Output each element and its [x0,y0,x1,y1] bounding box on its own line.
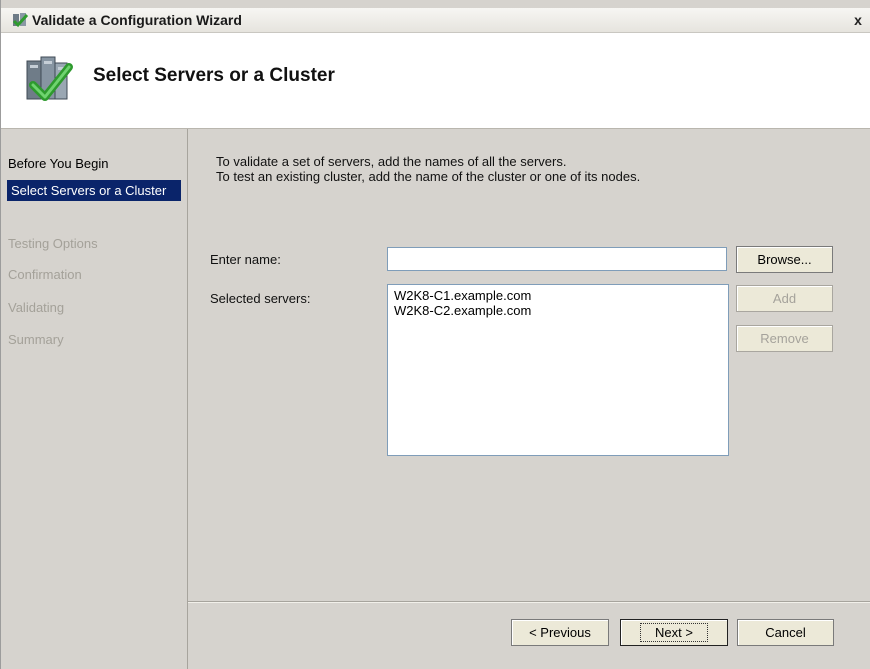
wizard-steps-sidebar: Before You Begin Select Servers or a Clu… [1,129,188,669]
selected-servers-label: Selected servers: [210,291,311,306]
page-title: Select Servers or a Cluster [93,65,335,86]
previous-button[interactable]: < Previous [511,619,609,646]
enter-name-input[interactable] [387,247,727,271]
selected-servers-list[interactable]: W2K8-C1.example.com W2K8-C2.example.com [387,284,729,456]
sidebar-item-confirmation: Confirmation [8,267,82,282]
add-button: Add [736,285,833,312]
intro-line-1: To validate a set of servers, add the na… [216,154,567,169]
enter-name-label: Enter name: [210,252,281,267]
wizard-header: Select Servers or a Cluster [1,33,870,129]
list-item[interactable]: W2K8-C1.example.com [394,288,722,303]
sidebar-item-testing-options: Testing Options [8,236,98,251]
title-bar[interactable]: Validate a Configuration Wizard x [1,8,870,33]
intro-line-2: To test an existing cluster, add the nam… [216,169,641,184]
window-title: Validate a Configuration Wizard [32,12,242,28]
sidebar-item-before-you-begin[interactable]: Before You Begin [8,156,180,171]
close-button[interactable]: x [851,13,865,27]
cancel-button[interactable]: Cancel [737,619,834,646]
list-item[interactable]: W2K8-C2.example.com [394,303,722,318]
app-icon [11,11,29,29]
wizard-check-icon [23,51,75,107]
intro-text: To validate a set of servers, add the na… [216,154,640,184]
wizard-window: Validate a Configuration Wizard x Select… [0,0,870,669]
next-button-label: Next > [640,623,708,642]
browse-button[interactable]: Browse... [736,246,833,273]
next-button[interactable]: Next > [620,619,728,646]
sidebar-item-summary: Summary [8,332,64,347]
sidebar-item-select-servers[interactable]: Select Servers or a Cluster [7,180,181,201]
sidebar-item-validating: Validating [8,300,65,315]
remove-button: Remove [736,325,833,352]
